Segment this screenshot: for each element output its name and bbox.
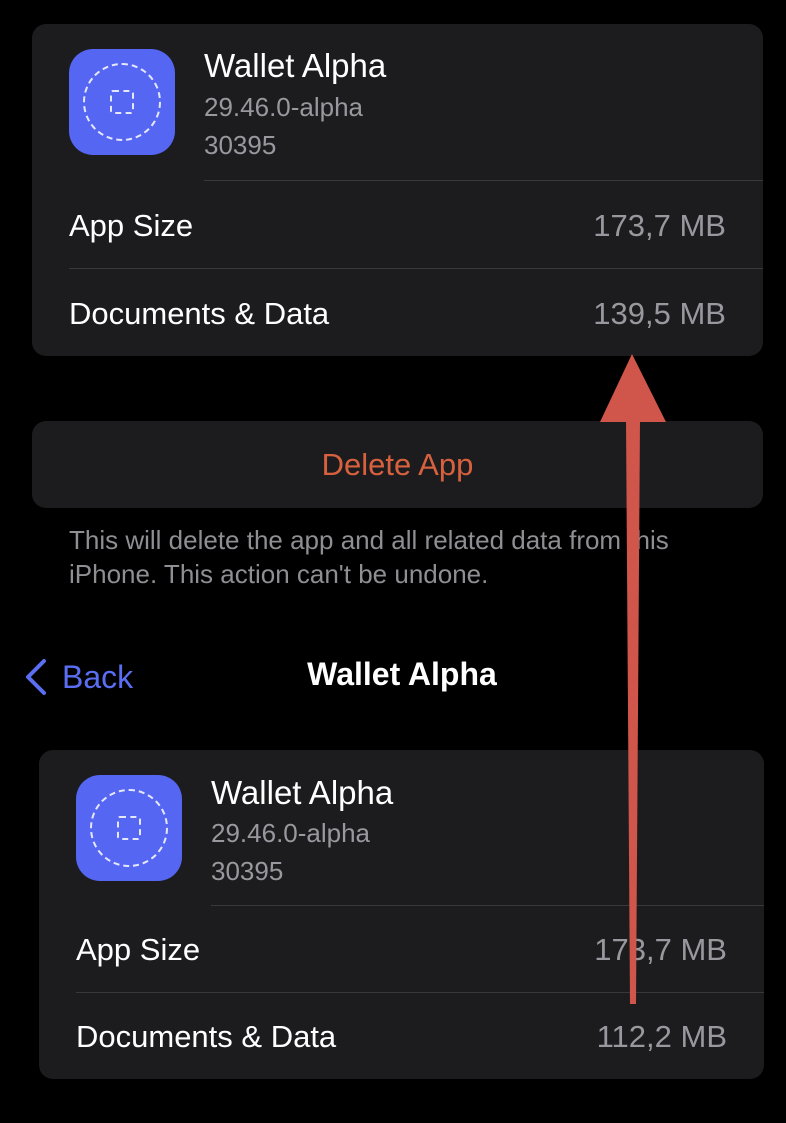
app-build: 30395: [204, 130, 277, 160]
app-version: 29.46.0-alpha: [211, 818, 371, 848]
app-icon-dashed-square: [110, 90, 134, 114]
app-version: 29.46.0-alpha: [204, 92, 364, 122]
nav-title: Wallet Alpha: [307, 656, 497, 692]
separator: [69, 268, 763, 269]
app-info-card-top: Wallet Alpha 29.46.0-alpha 30395 App Siz…: [32, 24, 763, 356]
documents-data-label: Documents & Data: [69, 296, 330, 331]
delete-app-button[interactable]: Delete App: [32, 421, 763, 508]
app-build: 30395: [211, 856, 284, 886]
app-size-label: App Size: [69, 208, 194, 243]
app-icon: [69, 49, 175, 155]
separator: [204, 180, 763, 181]
app-info-card-bottom: Wallet Alpha 29.46.0-alpha 30395 App Siz…: [39, 750, 764, 1079]
separator: [211, 905, 764, 906]
app-icon-dashed-square: [117, 816, 141, 840]
app-name: Wallet Alpha: [204, 47, 387, 84]
documents-data-label: Documents & Data: [76, 1019, 337, 1054]
app-icon: [76, 775, 182, 881]
app-size-value: 173,7 MB: [593, 208, 726, 243]
app-size-value: 173,7 MB: [594, 932, 727, 967]
separator: [76, 992, 764, 993]
app-name: Wallet Alpha: [211, 774, 394, 811]
app-size-label: App Size: [76, 932, 201, 967]
documents-data-value: 139,5 MB: [593, 296, 726, 331]
delete-footnote: This will delete the app and all related…: [69, 525, 669, 589]
documents-data-value: 112,2 MB: [596, 1019, 727, 1054]
